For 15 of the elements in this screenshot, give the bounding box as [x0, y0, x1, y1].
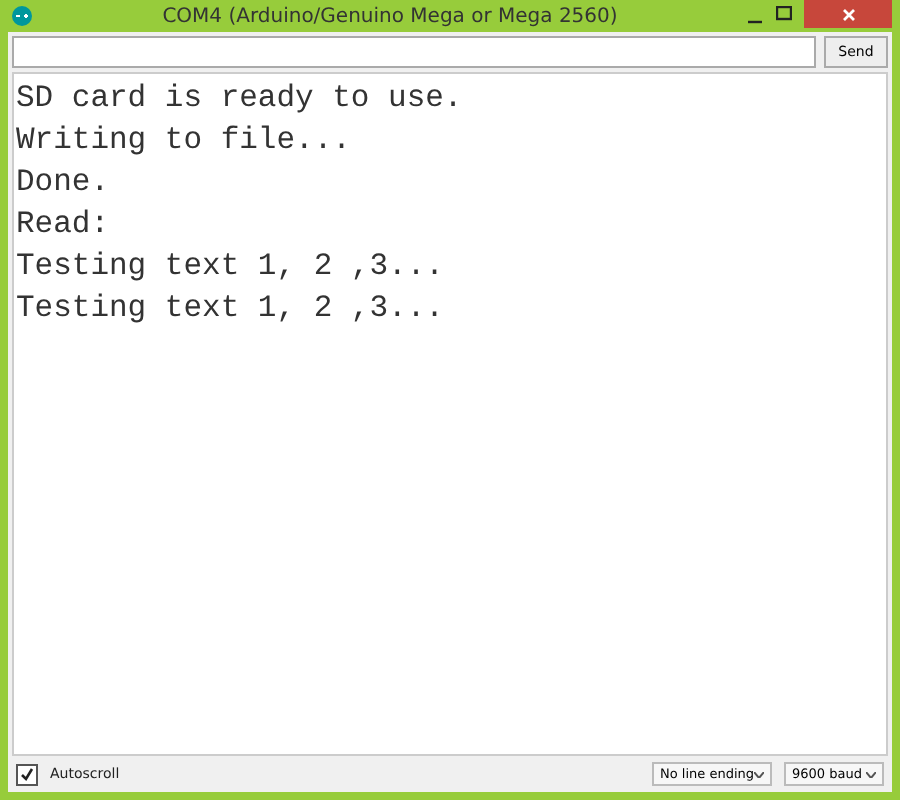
output-line: Testing text 1, 2 ,3... [16, 246, 446, 288]
close-button[interactable] [804, 0, 892, 28]
autoscroll-checkbox[interactable] [16, 763, 38, 785]
output-line: Done. [16, 162, 112, 204]
output-line: SD card is ready to use. [16, 78, 465, 120]
close-icon [841, 7, 855, 21]
maximize-icon[interactable] [776, 6, 792, 22]
window-title: COM4 (Arduino/Genuino Mega or Mega 2560) [160, 5, 620, 27]
output-line: Testing text 1, 2 ,3... [16, 288, 446, 330]
caret-icon [754, 771, 764, 777]
app-logo-icon [12, 6, 32, 26]
output-line: Read: [16, 204, 112, 246]
caret-icon [866, 771, 876, 777]
output-line: Writing to file... [16, 120, 353, 162]
input-field[interactable] [12, 36, 816, 68]
